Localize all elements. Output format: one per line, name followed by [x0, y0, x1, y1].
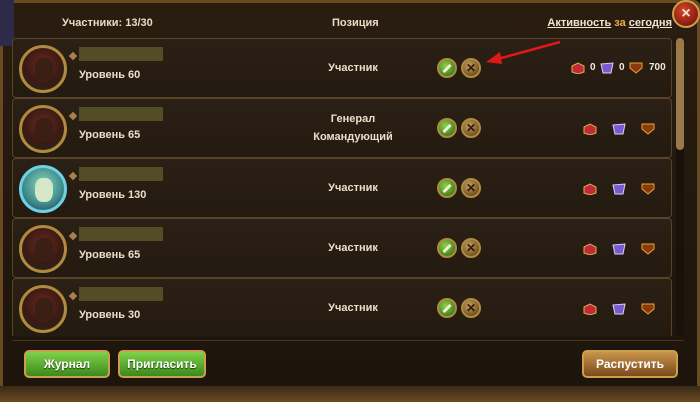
- avatar[interactable]: [19, 105, 67, 153]
- edit-member-button[interactable]: [437, 238, 457, 258]
- remove-member-button[interactable]: ✕: [461, 298, 481, 318]
- remove-member-button[interactable]: ✕: [461, 118, 481, 138]
- members-scrollbar[interactable]: [676, 38, 684, 336]
- chest-icon: [583, 123, 597, 135]
- pencil-icon: [442, 183, 452, 193]
- chest-icon: [583, 243, 597, 255]
- pencil-icon: [442, 303, 452, 313]
- member-role-line2: Командующий: [313, 131, 393, 143]
- position-column-header: Позиция: [332, 17, 379, 29]
- x-icon: ✕: [465, 121, 477, 135]
- disband-button[interactable]: Распустить: [582, 350, 678, 378]
- scroll-thumb[interactable]: [676, 38, 684, 150]
- members-header: Участники: 13/30 Позиция Активность за сег…: [12, 12, 672, 34]
- x-icon: ✕: [465, 241, 477, 255]
- rank-diamond-icon: [68, 51, 78, 61]
- member-name-redacted: [79, 287, 163, 301]
- chest-icon: [583, 303, 597, 315]
- edit-member-button[interactable]: [437, 58, 457, 78]
- activity-mid-text: за: [614, 17, 626, 29]
- gem-icon: [600, 62, 614, 74]
- pencil-icon: [442, 63, 452, 73]
- chest-icon: [571, 62, 585, 74]
- pencil-icon: [442, 243, 452, 253]
- member-role: Участник: [328, 242, 378, 254]
- journal-button[interactable]: Журнал: [24, 350, 110, 378]
- period-link[interactable]: сегодня: [629, 17, 672, 29]
- member-row[interactable]: Уровень 65 Генерал Командующий ✕: [12, 98, 672, 158]
- member-role: Участник: [328, 62, 378, 74]
- member-name-redacted: [79, 107, 163, 121]
- footer-divider: [12, 340, 684, 341]
- rank-diamond-icon: [68, 291, 78, 301]
- member-row[interactable]: Уровень 30 Участник ✕: [12, 278, 672, 336]
- invite-button[interactable]: Пригласить: [118, 350, 206, 378]
- close-icon: ×: [681, 5, 691, 22]
- shield-icon: [641, 183, 655, 195]
- shield-icon: [629, 62, 643, 74]
- x-icon: ✕: [465, 61, 477, 75]
- activity-filter: Активность за сегодня: [547, 17, 672, 29]
- red-annotation-arrow-icon: [486, 40, 561, 64]
- member-level: Уровень 65: [79, 249, 141, 261]
- member-row[interactable]: Уровень 130 Участник ✕: [12, 158, 672, 218]
- shield-icon: [641, 123, 655, 135]
- remove-member-button[interactable]: ✕: [461, 58, 481, 78]
- member-role: Участник: [328, 182, 378, 194]
- rank-diamond-icon: [68, 231, 78, 241]
- gem-icon: [612, 243, 626, 255]
- x-icon: ✕: [465, 181, 477, 195]
- edit-member-button[interactable]: [437, 178, 457, 198]
- bottom-frame-bar: [0, 386, 700, 402]
- members-list: Уровень 60 Участник ✕ 0 0 700 Уровень 65…: [12, 38, 672, 336]
- member-level: Уровень 60: [79, 69, 141, 81]
- avatar[interactable]: [19, 285, 67, 333]
- member-row[interactable]: Уровень 65 Участник ✕: [12, 218, 672, 278]
- stat-activity: 700: [649, 62, 666, 73]
- rank-diamond-icon: [68, 111, 78, 121]
- remove-member-button[interactable]: ✕: [461, 178, 481, 198]
- avatar[interactable]: [19, 45, 67, 93]
- gem-icon: [612, 303, 626, 315]
- member-row[interactable]: Уровень 60 Участник ✕ 0 0 700: [12, 38, 672, 98]
- x-icon: ✕: [465, 301, 477, 315]
- edit-member-button[interactable]: [437, 298, 457, 318]
- participants-count: Участники: 13/30: [62, 17, 153, 29]
- gem-icon: [612, 183, 626, 195]
- shield-icon: [641, 303, 655, 315]
- stat-gems: 0: [619, 62, 625, 73]
- member-name-redacted: [79, 47, 163, 61]
- member-name-redacted: [79, 167, 163, 181]
- member-name-redacted: [79, 227, 163, 241]
- member-level: Уровень 130: [79, 189, 147, 201]
- pencil-icon: [442, 123, 452, 133]
- edit-member-button[interactable]: [437, 118, 457, 138]
- gem-icon: [612, 123, 626, 135]
- member-level: Уровень 65: [79, 129, 141, 141]
- journal-label: Журнал: [43, 357, 91, 371]
- shield-icon: [641, 243, 655, 255]
- stat-chests: 0: [590, 62, 596, 73]
- activity-link[interactable]: Активность: [547, 17, 611, 29]
- member-level: Уровень 30: [79, 309, 141, 321]
- chest-icon: [583, 183, 597, 195]
- close-button[interactable]: ×: [672, 0, 700, 28]
- member-role: Участник: [328, 302, 378, 314]
- rank-diamond-icon: [68, 171, 78, 181]
- disband-label: Распустить: [596, 357, 664, 371]
- remove-member-button[interactable]: ✕: [461, 238, 481, 258]
- invite-label: Пригласить: [127, 357, 197, 371]
- avatar[interactable]: [19, 225, 67, 273]
- member-role: Генерал: [330, 113, 376, 125]
- avatar[interactable]: [19, 165, 67, 213]
